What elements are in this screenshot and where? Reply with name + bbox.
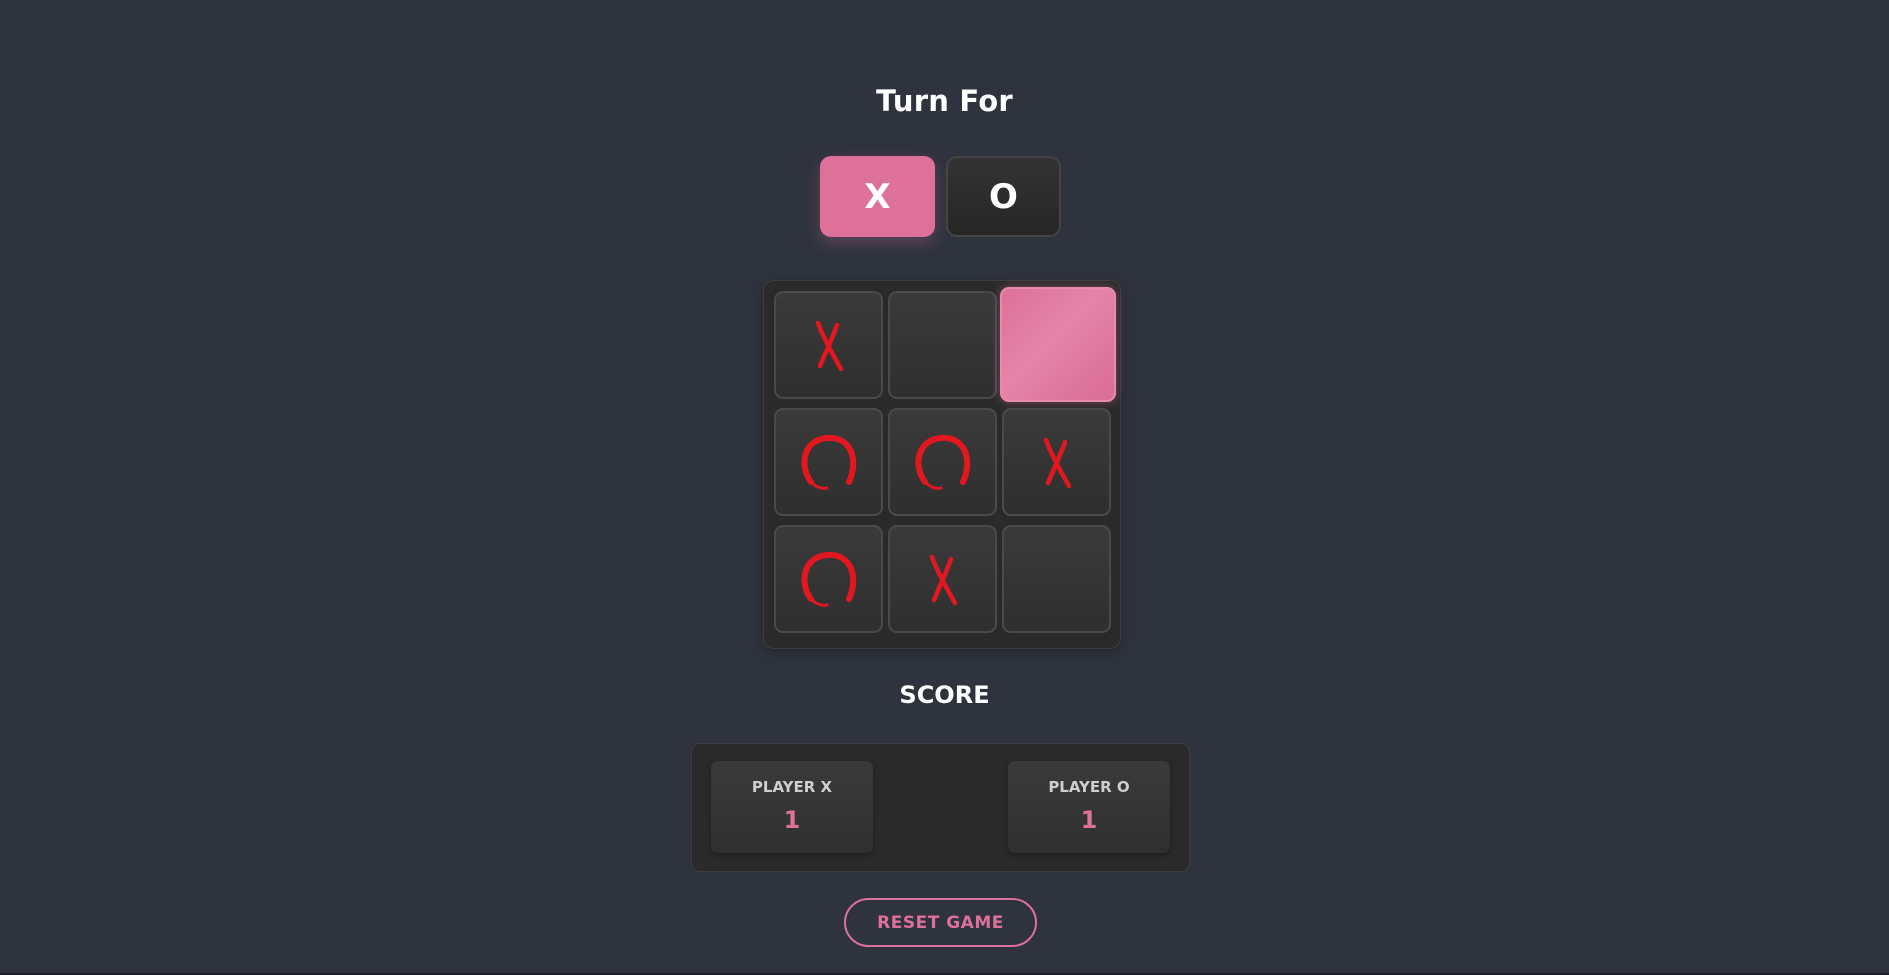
board-cell-2[interactable] (888, 291, 997, 399)
hand-drawn-o-icon (907, 426, 979, 498)
score-panel: PLAYER X 1 PLAYER O 1 (691, 743, 1190, 872)
player-o-score: 1 (1080, 806, 1098, 834)
turn-o-button[interactable]: O (946, 156, 1061, 237)
board-cell-9[interactable] (1002, 525, 1111, 633)
reset-game-button[interactable]: RESET GAME (844, 898, 1037, 947)
board-cell-7[interactable] (774, 525, 883, 633)
board-cell-8[interactable] (888, 525, 997, 633)
board-cell-6[interactable] (1002, 408, 1111, 516)
board-cell-1[interactable] (774, 291, 883, 399)
hand-drawn-x-icon (793, 309, 865, 381)
player-o-score-card: PLAYER O 1 (1008, 761, 1170, 853)
score-title: SCORE (899, 681, 990, 709)
hand-drawn-o-icon (793, 426, 865, 498)
hand-drawn-o-icon (793, 543, 865, 615)
turn-x-button[interactable]: X (820, 156, 935, 237)
game-page: Turn For X O SCORE PLAYER X 1 PLAYER O 1… (0, 0, 1889, 975)
hand-drawn-x-icon (907, 543, 979, 615)
player-x-score-card: PLAYER X 1 (711, 761, 873, 853)
hand-drawn-x-icon (1021, 426, 1093, 498)
player-x-label: PLAYER X (751, 778, 833, 796)
player-o-label: PLAYER O (1048, 778, 1130, 796)
board-cell-4[interactable] (774, 408, 883, 516)
turn-title: Turn For (876, 84, 1013, 118)
board-cell-3[interactable] (1000, 287, 1116, 402)
game-board (763, 280, 1121, 649)
turn-o-label: O (989, 176, 1018, 217)
board-cell-5[interactable] (888, 408, 997, 516)
turn-x-label: X (864, 176, 891, 217)
player-x-score: 1 (783, 806, 801, 834)
